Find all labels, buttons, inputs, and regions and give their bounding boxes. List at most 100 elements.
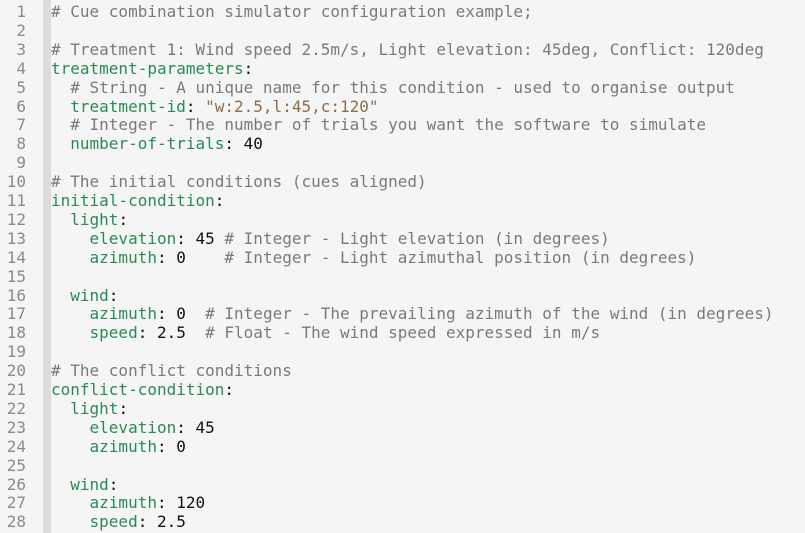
token-key: light [70,398,119,418]
line-number: 26 [6,474,26,494]
code-line[interactable]: 23 elevation: 45 [0,418,215,437]
line-number: 11 [6,191,26,210]
line-number: 23 [6,417,26,437]
token-num: 120 [176,493,206,513]
code-line[interactable]: 18 speed: 2.5 # Float - The wind speed e… [0,323,600,342]
token-key: azimuth [89,436,157,456]
code-line[interactable]: 8 number-of-trials: 40 [0,134,263,153]
token-key: initial-condition [51,191,215,210]
token-comment: # The conflict conditions [51,361,292,381]
token-comment: # Integer - Light elevation (in degrees) [224,228,610,248]
line-number: 28 [6,512,26,532]
token-key: elevation [89,228,177,248]
token-num: 2.5 [156,512,186,532]
token-comment: # Float - The wind speed expressed in m/… [205,323,601,343]
token-key: speed [89,512,138,532]
code-line[interactable]: 16 wind: [0,285,119,305]
line-number: 20 [6,361,26,381]
line-number: 21 [6,380,26,399]
token-key: azimuth [89,493,157,513]
code-line[interactable]: 7 # Integer - The number of trials you w… [0,115,706,134]
token-punct: : [137,512,157,532]
line-number: 18 [6,323,26,343]
token-punct: : [243,58,254,78]
code-line[interactable]: 26 wind: [0,474,119,494]
code-line[interactable]: 9 [0,153,51,172]
token-str: "w:2.5,l:45,c:120" [205,96,379,116]
line-number: 14 [6,247,26,267]
token-punct: : [224,134,244,154]
token-comment: # Integer - Light azimuthal position (in… [224,247,697,267]
token-key: treatment-parameters [51,58,244,78]
code-line[interactable]: 1 # Cue combination simulator configurati… [0,2,532,21]
line-number: 1 [16,2,26,21]
line-number: 7 [16,115,26,135]
line-number: 24 [6,436,26,456]
code-line[interactable]: 20 # The conflict conditions [0,361,292,380]
token-punct: : [156,247,177,267]
line-number: 8 [16,134,26,154]
token-punct: : [108,474,119,494]
token-key: treatment-id [70,96,186,116]
line-number: 22 [6,398,26,418]
token-key: conflict-condition [51,380,225,399]
token-punct: : [214,191,225,210]
code-line[interactable]: 14 azimuth: 0 # Integer - Light azimutha… [0,247,697,267]
line-number: 2 [16,20,26,40]
token-num: 45 [195,228,215,248]
code-line[interactable]: 3 # Treatment 1: Wind speed 2.5m/s, Light… [0,39,764,59]
code-line[interactable]: 17 azimuth: 0 # Integer - The prevailing… [0,304,774,324]
code-line[interactable]: 27 azimuth: 120 [0,493,205,512]
code-line[interactable]: 6 treatment-id: "w:2.5,l:45,c:120" [0,96,379,116]
token-punct: : [156,436,177,456]
token-punct: : [156,304,177,324]
token-comment: # String - A unique name for this condit… [70,77,735,97]
code-line[interactable]: 11 initial-condition: [0,191,225,210]
code-line[interactable]: 5 # String - A unique name for this cond… [0,78,735,97]
line-number: 12 [6,209,26,229]
token-key: number-of-trials [70,134,225,154]
token-key: azimuth [89,247,157,267]
code-line[interactable]: 28 speed: 2.5 [0,512,186,531]
code-line[interactable]: 4 treatment-parameters: [0,59,253,78]
code-line[interactable]: 13 elevation: 45 # Integer - Light eleva… [0,229,610,248]
code-line[interactable]: 24 azimuth: 0 [0,437,186,456]
line-number: 9 [16,153,26,173]
token-punct: : [156,493,177,513]
code-line[interactable]: 10 # The initial conditions (cues aligned… [0,172,427,191]
code-line[interactable]: 2 [0,21,51,40]
token-comment: # Integer - The number of trials you wan… [70,115,707,135]
code-line[interactable]: 25 [0,456,51,475]
token-num: 2.5 [156,323,186,343]
token-punct: : [118,209,129,229]
code-line[interactable]: 19 [0,342,51,361]
token-key: elevation [89,417,177,437]
code-editor[interactable]: 1 # Cue combination simulator configurati… [0,0,805,533]
code-line[interactable]: 15 [0,267,51,286]
token-punct: : [185,96,206,116]
code-line[interactable]: 12 light: [0,210,128,229]
token-punct: : [137,323,157,343]
line-number: 10 [6,172,26,192]
line-number: 25 [6,455,26,475]
line-number: 17 [6,304,26,324]
line-number: 4 [16,58,26,78]
code-line[interactable]: 22 light: [0,399,128,418]
code-line[interactable]: 21 conflict-condition: [0,380,234,399]
token-num: 40 [243,134,263,154]
token-punct: : [108,285,119,305]
token-comment: # Treatment 1: Wind speed 2.5m/s, Light … [51,39,764,59]
